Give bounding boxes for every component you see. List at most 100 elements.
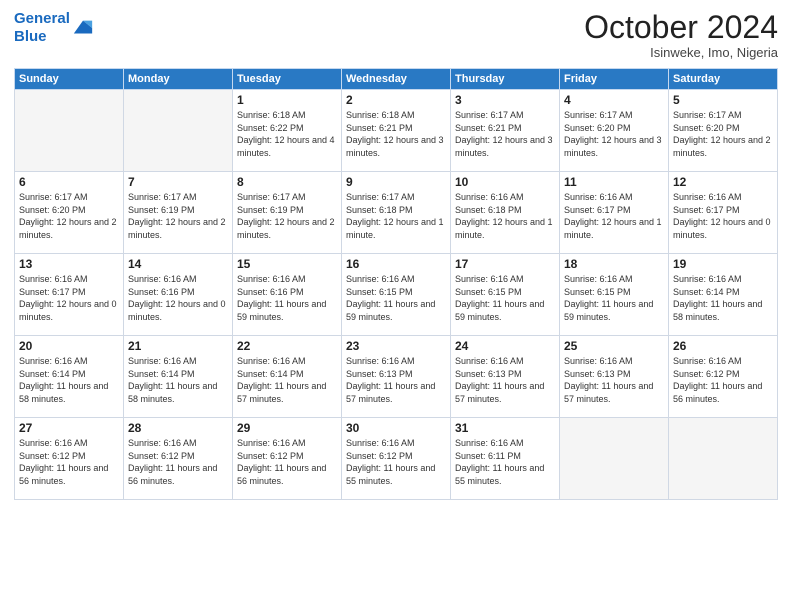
day-number: 6 [19,175,119,189]
day-number: 4 [564,93,664,107]
day-number: 12 [673,175,773,189]
day-info: Sunrise: 6:16 AMSunset: 6:13 PMDaylight:… [564,355,664,405]
calendar-week-row: 20 Sunrise: 6:16 AMSunset: 6:14 PMDaylig… [15,336,778,418]
day-info: Sunrise: 6:16 AMSunset: 6:14 PMDaylight:… [19,355,119,405]
day-number: 22 [237,339,337,353]
day-info: Sunrise: 6:17 AMSunset: 6:19 PMDaylight:… [128,191,228,241]
day-number: 23 [346,339,446,353]
calendar-week-row: 6 Sunrise: 6:17 AMSunset: 6:20 PMDayligh… [15,172,778,254]
day-number: 17 [455,257,555,271]
day-number: 2 [346,93,446,107]
title-block: October 2024 Isinweke, Imo, Nigeria [584,10,778,60]
day-of-week-header: Sunday [15,69,124,90]
calendar-day-cell: 10 Sunrise: 6:16 AMSunset: 6:18 PMDaylig… [451,172,560,254]
day-info: Sunrise: 6:16 AMSunset: 6:12 PMDaylight:… [128,437,228,487]
day-number: 28 [128,421,228,435]
day-number: 15 [237,257,337,271]
day-number: 25 [564,339,664,353]
day-of-week-header: Friday [560,69,669,90]
day-number: 20 [19,339,119,353]
day-info: Sunrise: 6:17 AMSunset: 6:20 PMDaylight:… [564,109,664,159]
day-number: 3 [455,93,555,107]
calendar-day-cell: 9 Sunrise: 6:17 AMSunset: 6:18 PMDayligh… [342,172,451,254]
day-info: Sunrise: 6:16 AMSunset: 6:12 PMDaylight:… [673,355,773,405]
day-number: 13 [19,257,119,271]
day-number: 26 [673,339,773,353]
calendar-day-cell: 23 Sunrise: 6:16 AMSunset: 6:13 PMDaylig… [342,336,451,418]
day-info: Sunrise: 6:16 AMSunset: 6:13 PMDaylight:… [455,355,555,405]
day-info: Sunrise: 6:16 AMSunset: 6:13 PMDaylight:… [346,355,446,405]
calendar-day-cell: 19 Sunrise: 6:16 AMSunset: 6:14 PMDaylig… [669,254,778,336]
day-info: Sunrise: 6:16 AMSunset: 6:17 PMDaylight:… [564,191,664,241]
calendar-day-cell: 31 Sunrise: 6:16 AMSunset: 6:11 PMDaylig… [451,418,560,500]
calendar-table: SundayMondayTuesdayWednesdayThursdayFrid… [14,68,778,500]
page: General Blue October 2024 Isinweke, Imo,… [0,0,792,612]
day-info: Sunrise: 6:16 AMSunset: 6:12 PMDaylight:… [19,437,119,487]
day-number: 31 [455,421,555,435]
calendar-day-cell: 15 Sunrise: 6:16 AMSunset: 6:16 PMDaylig… [233,254,342,336]
day-of-week-header: Wednesday [342,69,451,90]
day-of-week-header: Tuesday [233,69,342,90]
calendar-day-cell: 22 Sunrise: 6:16 AMSunset: 6:14 PMDaylig… [233,336,342,418]
day-number: 18 [564,257,664,271]
calendar-day-cell: 18 Sunrise: 6:16 AMSunset: 6:15 PMDaylig… [560,254,669,336]
day-info: Sunrise: 6:16 AMSunset: 6:11 PMDaylight:… [455,437,555,487]
day-info: Sunrise: 6:16 AMSunset: 6:14 PMDaylight:… [237,355,337,405]
day-info: Sunrise: 6:16 AMSunset: 6:15 PMDaylight:… [455,273,555,323]
day-info: Sunrise: 6:16 AMSunset: 6:15 PMDaylight:… [564,273,664,323]
day-info: Sunrise: 6:17 AMSunset: 6:21 PMDaylight:… [455,109,555,159]
day-info: Sunrise: 6:16 AMSunset: 6:17 PMDaylight:… [673,191,773,241]
calendar-day-cell: 28 Sunrise: 6:16 AMSunset: 6:12 PMDaylig… [124,418,233,500]
calendar-day-cell: 26 Sunrise: 6:16 AMSunset: 6:12 PMDaylig… [669,336,778,418]
header: General Blue October 2024 Isinweke, Imo,… [14,10,778,60]
day-info: Sunrise: 6:16 AMSunset: 6:14 PMDaylight:… [673,273,773,323]
calendar-day-cell: 14 Sunrise: 6:16 AMSunset: 6:16 PMDaylig… [124,254,233,336]
calendar-day-cell: 21 Sunrise: 6:16 AMSunset: 6:14 PMDaylig… [124,336,233,418]
day-info: Sunrise: 6:17 AMSunset: 6:20 PMDaylight:… [19,191,119,241]
calendar-day-cell: 4 Sunrise: 6:17 AMSunset: 6:20 PMDayligh… [560,90,669,172]
day-info: Sunrise: 6:16 AMSunset: 6:12 PMDaylight:… [237,437,337,487]
day-number: 30 [346,421,446,435]
calendar-day-cell: 27 Sunrise: 6:16 AMSunset: 6:12 PMDaylig… [15,418,124,500]
logo-icon [72,17,94,39]
day-info: Sunrise: 6:16 AMSunset: 6:18 PMDaylight:… [455,191,555,241]
location: Isinweke, Imo, Nigeria [584,45,778,60]
day-number: 5 [673,93,773,107]
calendar-week-row: 27 Sunrise: 6:16 AMSunset: 6:12 PMDaylig… [15,418,778,500]
logo-text: General Blue [14,10,70,46]
day-info: Sunrise: 6:17 AMSunset: 6:18 PMDaylight:… [346,191,446,241]
calendar-day-cell: 30 Sunrise: 6:16 AMSunset: 6:12 PMDaylig… [342,418,451,500]
day-info: Sunrise: 6:16 AMSunset: 6:15 PMDaylight:… [346,273,446,323]
day-info: Sunrise: 6:18 AMSunset: 6:22 PMDaylight:… [237,109,337,159]
calendar-day-cell: 24 Sunrise: 6:16 AMSunset: 6:13 PMDaylig… [451,336,560,418]
day-number: 8 [237,175,337,189]
calendar-day-cell: 20 Sunrise: 6:16 AMSunset: 6:14 PMDaylig… [15,336,124,418]
calendar-day-cell: 13 Sunrise: 6:16 AMSunset: 6:17 PMDaylig… [15,254,124,336]
calendar-day-cell: 6 Sunrise: 6:17 AMSunset: 6:20 PMDayligh… [15,172,124,254]
day-info: Sunrise: 6:18 AMSunset: 6:21 PMDaylight:… [346,109,446,159]
calendar-day-cell: 25 Sunrise: 6:16 AMSunset: 6:13 PMDaylig… [560,336,669,418]
calendar-day-cell: 5 Sunrise: 6:17 AMSunset: 6:20 PMDayligh… [669,90,778,172]
logo: General Blue [14,10,94,46]
day-of-week-header: Saturday [669,69,778,90]
calendar-day-cell [15,90,124,172]
day-number: 7 [128,175,228,189]
day-number: 11 [564,175,664,189]
day-info: Sunrise: 6:16 AMSunset: 6:14 PMDaylight:… [128,355,228,405]
calendar-day-cell [669,418,778,500]
day-info: Sunrise: 6:16 AMSunset: 6:12 PMDaylight:… [346,437,446,487]
day-info: Sunrise: 6:16 AMSunset: 6:16 PMDaylight:… [237,273,337,323]
day-of-week-header: Thursday [451,69,560,90]
calendar-day-cell: 12 Sunrise: 6:16 AMSunset: 6:17 PMDaylig… [669,172,778,254]
day-number: 9 [346,175,446,189]
month-title: October 2024 [584,10,778,45]
calendar-day-cell: 1 Sunrise: 6:18 AMSunset: 6:22 PMDayligh… [233,90,342,172]
calendar-day-cell [560,418,669,500]
day-number: 27 [19,421,119,435]
calendar-header-row: SundayMondayTuesdayWednesdayThursdayFrid… [15,69,778,90]
day-of-week-header: Monday [124,69,233,90]
day-number: 10 [455,175,555,189]
day-number: 14 [128,257,228,271]
day-number: 19 [673,257,773,271]
day-info: Sunrise: 6:16 AMSunset: 6:17 PMDaylight:… [19,273,119,323]
